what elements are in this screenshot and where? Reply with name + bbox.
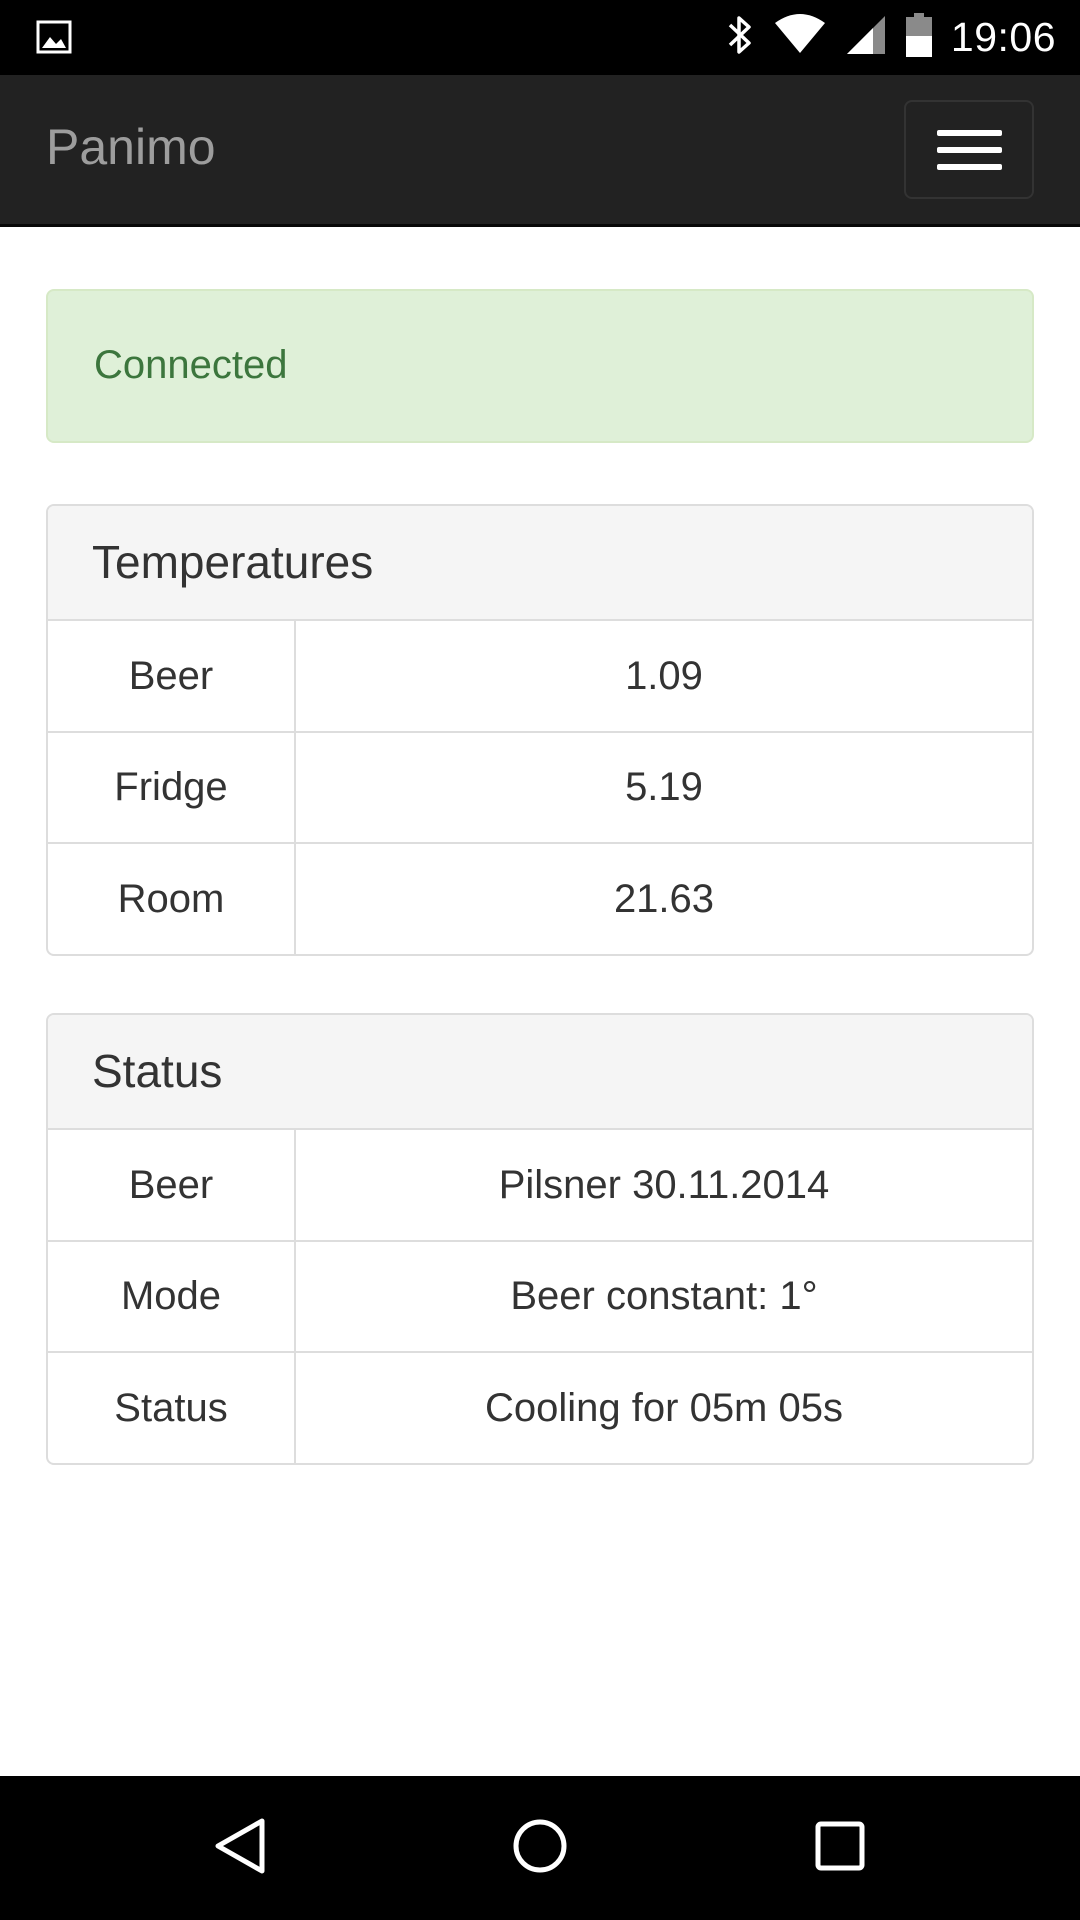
menu-toggle-button[interactable] bbox=[904, 100, 1034, 199]
back-button[interactable] bbox=[180, 1776, 300, 1920]
back-icon bbox=[212, 1816, 268, 1881]
row-value: Pilsner 30.11.2014 bbox=[498, 1162, 830, 1207]
table-row: Beer Pilsner 30.11.2014 bbox=[48, 1130, 1032, 1241]
row-label: Beer bbox=[48, 621, 296, 732]
row-label: Fridge bbox=[48, 731, 296, 843]
battery-icon bbox=[905, 12, 933, 63]
home-button[interactable] bbox=[480, 1776, 600, 1920]
row-label: Mode bbox=[48, 1240, 296, 1352]
row-value: Cooling for 05m 05s bbox=[295, 1351, 1032, 1463]
temperatures-table: Beer 1.09 Fridge 5.19 Room 21.63 bbox=[48, 621, 1032, 954]
clock: 19:06 bbox=[950, 14, 1056, 60]
status-bar: 19:06 bbox=[0, 0, 1080, 75]
brand-link[interactable]: Panimo bbox=[46, 75, 216, 227]
status-table: Beer Pilsner 30.11.2014 Mode Beer consta… bbox=[48, 1130, 1032, 1463]
row-label: Beer bbox=[48, 1130, 296, 1241]
row-value: Beer constant: 1° bbox=[295, 1240, 1032, 1352]
temperatures-panel: Temperatures Beer 1.09 Fridge 5.19 Room … bbox=[46, 504, 1034, 956]
recents-icon bbox=[812, 1818, 868, 1879]
temperatures-heading: Temperatures bbox=[48, 506, 1032, 621]
image-icon bbox=[36, 19, 72, 55]
hamburger-menu-icon bbox=[936, 129, 1002, 170]
table-row: Beer 1.09 bbox=[48, 621, 1032, 732]
row-label: Room bbox=[48, 842, 296, 954]
row-label: Status bbox=[48, 1351, 296, 1463]
connection-alert: Connected bbox=[46, 289, 1034, 443]
table-row: Fridge 5.19 bbox=[48, 731, 1032, 843]
status-heading: Status bbox=[48, 1015, 1032, 1130]
app-navbar: Panimo bbox=[0, 75, 1080, 227]
table-row: Room 21.63 bbox=[48, 842, 1032, 954]
bluetooth-icon bbox=[725, 13, 755, 62]
wifi-icon bbox=[773, 13, 827, 62]
row-value: 1.09 bbox=[625, 653, 703, 698]
status-panel: Status Beer Pilsner 30.11.2014 Mode Beer… bbox=[46, 1013, 1034, 1465]
table-row: Mode Beer constant: 1° bbox=[48, 1240, 1032, 1352]
recents-button[interactable] bbox=[780, 1776, 900, 1920]
row-value: 5.19 bbox=[295, 731, 1032, 843]
row-value: 21.63 bbox=[295, 842, 1032, 954]
system-navigation-bar bbox=[0, 1776, 1080, 1920]
home-icon bbox=[510, 1816, 570, 1881]
table-row: Status Cooling for 05m 05s bbox=[48, 1351, 1032, 1463]
cell-signal-icon bbox=[845, 14, 887, 61]
